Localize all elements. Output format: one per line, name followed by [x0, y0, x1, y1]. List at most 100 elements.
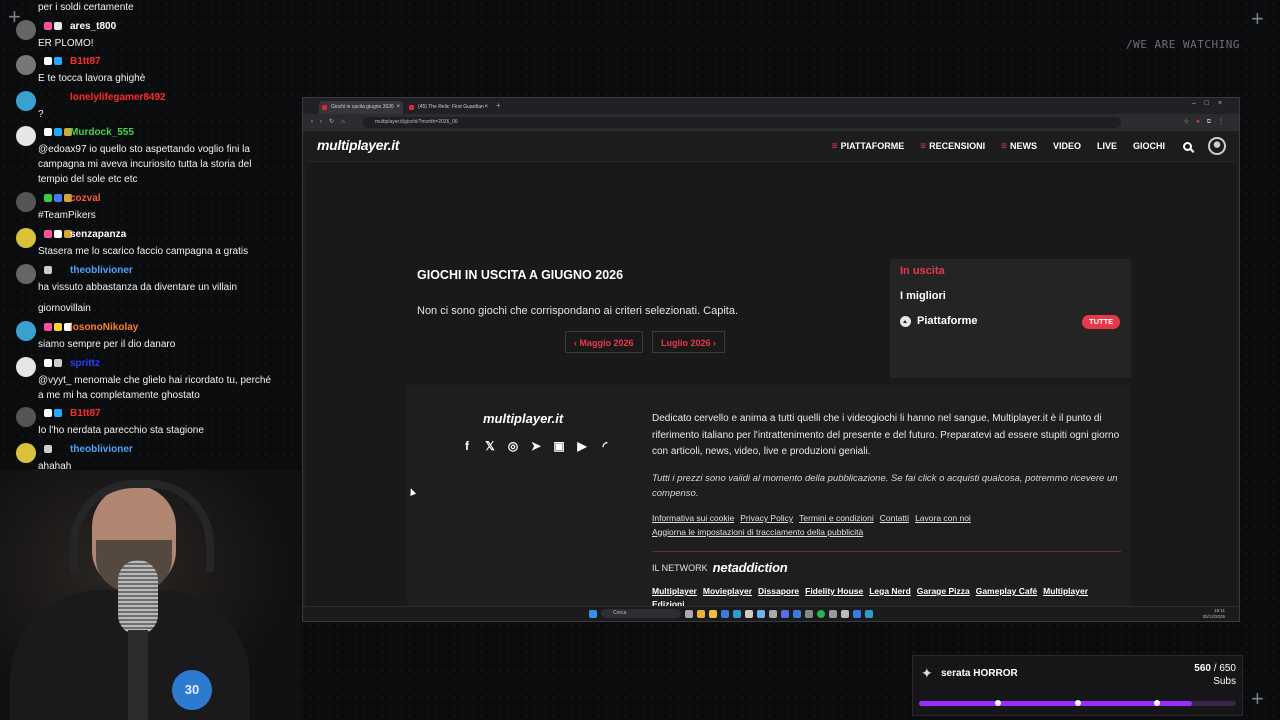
menu-item-piattaforme[interactable]: ≡ PIATTAFORME [832, 141, 905, 152]
user-avatar [16, 443, 36, 463]
chat-username[interactable]: B1tt87 [70, 408, 101, 419]
app-icon[interactable] [829, 609, 837, 618]
footer-link[interactable]: Privacy Policy [740, 513, 793, 523]
menu-item-label: VIDEO [1052, 141, 1081, 151]
store-icon[interactable] [733, 609, 741, 618]
chat-username[interactable]: theoblivioner [70, 444, 133, 455]
chat-text: giornovillain [38, 303, 91, 314]
app-icon[interactable] [745, 609, 753, 618]
footer-link[interactable]: Aggiorna le impostazioni di tracciamento… [652, 527, 863, 537]
chat-username[interactable]: iosonoNikolay [70, 322, 138, 333]
url-field[interactable]: multiplayer.it/giochi/?month=2026_06 [363, 117, 1121, 128]
chat-username[interactable]: Murdock_555 [70, 127, 134, 138]
user-avatar [16, 407, 36, 427]
app-icon[interactable] [865, 609, 873, 618]
chat-username[interactable]: ares_t800 [70, 21, 116, 32]
app-icon[interactable] [853, 609, 861, 618]
discord-icon[interactable] [781, 609, 789, 618]
user-account-icon[interactable] [1208, 137, 1226, 155]
footer-link[interactable]: Contatti [880, 513, 909, 523]
badge-icon [44, 230, 52, 238]
app-icon[interactable] [769, 609, 777, 618]
favicon-icon [322, 105, 327, 110]
app-icon[interactable] [805, 609, 813, 618]
user-badges [44, 230, 72, 238]
site-logo[interactable]: multiplayer.it [317, 137, 399, 153]
badge-icon [44, 194, 52, 202]
spotify-icon[interactable] [817, 609, 825, 618]
menu-item-giochi[interactable]: GIOCHI [1133, 141, 1165, 151]
network-site-link[interactable]: Fidelity House [805, 586, 863, 596]
footer-link[interactable]: Informativa sui cookie [652, 513, 734, 523]
goal-current: 560 [1194, 663, 1211, 674]
instagram-icon[interactable]: ◎ [505, 438, 521, 454]
app-icon[interactable] [757, 609, 765, 618]
chat-username[interactable]: theoblivioner [70, 265, 133, 276]
chat-username[interactable]: senzapanza [70, 229, 126, 240]
chat-username[interactable]: lonelylifegamer8492 [70, 92, 166, 103]
facebook-icon[interactable]: f [459, 438, 475, 454]
app-icon[interactable] [841, 609, 849, 618]
close-tab-icon[interactable]: × [396, 101, 400, 114]
footer-link[interactable]: Termini e condizioni [799, 513, 874, 523]
telegram-icon[interactable]: ➤ [528, 438, 544, 454]
sidebar-in-uscita[interactable]: In uscita [900, 265, 945, 277]
nav-buttons[interactable]: ‹›↻⌂ [311, 118, 352, 125]
badge-icon [54, 194, 62, 202]
tab-active[interactable]: Giochi in uscita giugno 2026 × [319, 101, 403, 114]
goal-unit: Subs [1213, 676, 1236, 687]
task-view-icon[interactable] [685, 609, 693, 618]
chat-username[interactable]: cozval [70, 193, 101, 204]
menu-item-video[interactable]: VIDEO [1053, 141, 1081, 151]
window-controls[interactable]: –□× [1192, 100, 1231, 107]
tutte-pill[interactable]: TUTTE [1082, 315, 1121, 329]
badge-icon [44, 22, 52, 30]
menu-item-live[interactable]: LIVE [1097, 141, 1117, 151]
network-row: IL NETWORK netaddiction [652, 560, 788, 575]
network-site-link[interactable]: Gameplay Café [976, 586, 1037, 596]
web-page: multiplayer.it ≡ PIATTAFORME ≡ RECENSIONI ≡ N… [306, 131, 1236, 607]
youtube-icon[interactable]: ▶ [574, 438, 590, 454]
sidebar-piattaforme[interactable]: Piattaforme [900, 315, 978, 327]
goal-target: 650 [1219, 663, 1236, 674]
twitch-icon[interactable]: ▣ [551, 438, 567, 454]
new-tab-icon[interactable]: + [496, 101, 501, 110]
taskbar-icons: Cerca [589, 609, 873, 618]
menu-item-label: GIOCHI [1132, 141, 1165, 151]
sidebar-migliori[interactable]: I migliori [900, 290, 946, 302]
search-icon[interactable] [1183, 141, 1192, 151]
network-site-link[interactable]: Dissapore [758, 586, 799, 596]
folder-icon[interactable] [709, 609, 717, 618]
extension-icons[interactable]: ☆●⧉⋮ [1184, 118, 1231, 126]
chat-text: @edoax97 io quello sto aspettando voglio… [38, 144, 252, 185]
footer-logo[interactable]: multiplayer.it [483, 411, 563, 426]
menu-item-recensioni[interactable]: ≡ RECENSIONI [920, 141, 985, 152]
chrome-icon[interactable] [697, 609, 705, 618]
footer-link[interactable]: Lavora con noi [915, 513, 971, 523]
tab-youtube[interactable]: (45) The Relic: First Guardian × [406, 101, 491, 114]
network-site-link[interactable]: Garage Pizza [917, 586, 970, 596]
prev-month-button[interactable]: ‹ Maggio 2026 [565, 331, 643, 353]
network-site-link[interactable]: Lega Nerd [869, 586, 911, 596]
taskbar-clock[interactable]: 18:11 30/12/2025 [1202, 608, 1225, 619]
chat-username[interactable]: sprittz [70, 358, 100, 369]
badge-icon [54, 57, 62, 65]
close-tab-icon[interactable]: × [484, 101, 488, 114]
goal-milestone-marker [1153, 700, 1160, 706]
x-icon[interactable]: 𝕏 [482, 438, 498, 454]
network-label: IL NETWORK [652, 562, 708, 573]
next-month-button[interactable]: Luglio 2026 › [652, 331, 726, 353]
network-site-link[interactable]: Multiplayer [652, 586, 697, 596]
edge-icon[interactable] [721, 609, 729, 618]
taskbar-search[interactable]: Cerca [601, 609, 681, 618]
network-site-link[interactable]: Movieplayer [703, 586, 752, 596]
netaddiction-logo[interactable]: netaddiction [713, 560, 788, 575]
app-icon[interactable] [793, 609, 801, 618]
windows-start-icon[interactable] [589, 609, 597, 618]
headphones [70, 480, 214, 572]
rss-icon[interactable]: ◜ [597, 438, 613, 454]
menu-item-news[interactable]: ≡ NEWS [1001, 141, 1037, 152]
chat-username[interactable]: B1tt87 [70, 56, 101, 67]
user-badges [44, 359, 62, 367]
chat-text: per i soldi certamente [38, 2, 134, 13]
